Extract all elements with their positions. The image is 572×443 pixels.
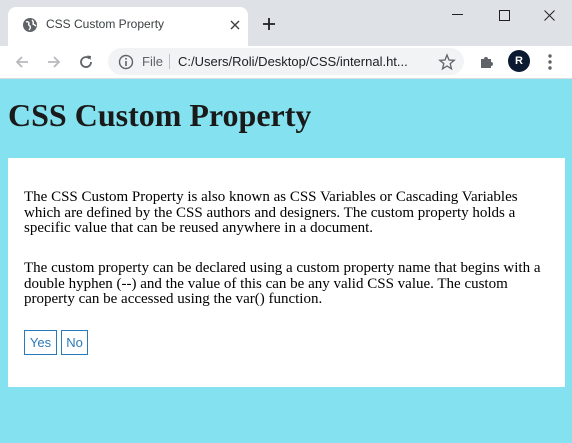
address-bar[interactable]: File C:/Users/Roli/Desktop/CSS/internal.… — [108, 48, 464, 75]
back-arrow-icon[interactable] — [10, 50, 34, 74]
window-close-icon[interactable] — [526, 0, 572, 30]
tab-strip: CSS Custom Property — [0, 0, 572, 46]
star-icon[interactable] — [438, 53, 456, 71]
paragraph-2: The custom property can be declared usin… — [24, 260, 541, 307]
minimize-icon[interactable] — [434, 0, 480, 30]
yes-button[interactable]: Yes — [24, 330, 57, 355]
maximize-icon[interactable] — [481, 0, 527, 30]
browser-tab[interactable]: CSS Custom Property — [8, 7, 248, 46]
close-icon[interactable] — [226, 16, 244, 34]
omnibox-divider — [169, 54, 170, 69]
url-text[interactable]: C:/Users/Roli/Desktop/CSS/internal.ht... — [178, 54, 423, 69]
kebab-menu-icon[interactable] — [540, 51, 560, 73]
browser-toolbar: File C:/Users/Roli/Desktop/CSS/internal.… — [0, 46, 572, 79]
globe-icon — [22, 17, 38, 33]
avatar[interactable]: R — [508, 50, 530, 72]
tab-title: CSS Custom Property — [46, 17, 165, 31]
info-icon[interactable] — [118, 54, 134, 70]
reload-icon[interactable] — [74, 50, 98, 74]
page-title: CSS Custom Property — [8, 97, 312, 133]
paragraph-1: The CSS Custom Property is also known as… — [24, 189, 518, 236]
no-button[interactable]: No — [61, 330, 88, 355]
plus-icon[interactable] — [258, 13, 280, 35]
scheme-label: File — [142, 54, 163, 69]
puzzle-icon[interactable] — [476, 52, 496, 72]
content-box: The CSS Custom Property is also known as… — [8, 158, 565, 387]
forward-arrow-icon[interactable] — [42, 50, 66, 74]
